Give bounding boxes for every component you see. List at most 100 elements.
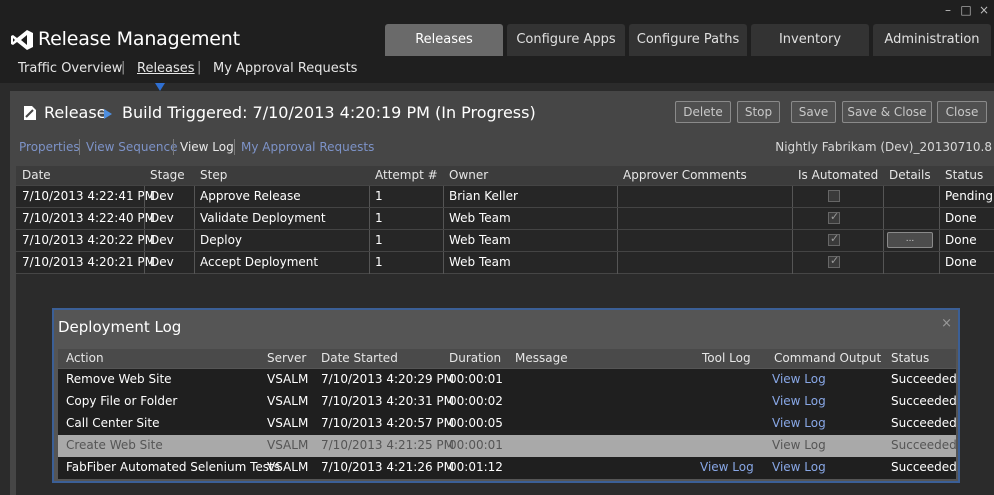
cell-server: VSALM (267, 372, 309, 386)
table-row[interactable]: Remove Web Site VSALM 7/10/2013 4:20:29 … (58, 369, 957, 391)
cell-status: Succeeded (891, 438, 957, 452)
cell-date-started: 7/10/2013 4:20:57 PM (321, 416, 455, 430)
breadcrumb-arrow-icon (104, 109, 112, 119)
save-close-button[interactable]: Save & Close (842, 101, 932, 123)
column-header-status[interactable]: Status (891, 351, 929, 365)
subnav-separator: | (197, 60, 202, 75)
column-header-duration[interactable]: Duration (449, 351, 501, 365)
close-button[interactable]: Close (937, 101, 987, 123)
cell-owner: Brian Keller (449, 189, 518, 203)
cell-step: Approve Release (200, 189, 301, 203)
table-row[interactable]: 7/10/2013 4:20:22 PM Dev Deploy 1 Web Te… (16, 229, 994, 252)
details-button[interactable]: ... (887, 232, 933, 248)
cell-divider (144, 230, 145, 252)
column-header-date-started[interactable]: Date Started (321, 351, 398, 365)
window-controls: – □ × (942, 3, 990, 17)
column-header-action[interactable]: Action (66, 351, 104, 365)
stop-button[interactable]: Stop (737, 101, 780, 123)
column-header-is-automated[interactable]: Is Automated (798, 168, 878, 182)
column-header-stage[interactable]: Stage (150, 168, 185, 182)
cell-divider (194, 230, 195, 252)
cell-stage: Dev (150, 233, 174, 247)
tab-configure-apps[interactable]: Configure Apps (507, 24, 625, 56)
cell-owner: Web Team (449, 233, 511, 247)
cell-status: Succeeded (891, 416, 957, 430)
is-automated-checkbox (828, 190, 840, 202)
delete-button[interactable]: Delete (675, 101, 731, 123)
column-header-server[interactable]: Server (267, 351, 306, 365)
cell-duration: 00:01:12 (449, 460, 503, 474)
command-output-link[interactable]: View Log (772, 460, 826, 474)
column-header-message[interactable]: Message (515, 351, 568, 365)
column-header-details[interactable]: Details (889, 168, 931, 182)
tool-log-link[interactable]: View Log (700, 460, 754, 474)
table-row[interactable]: Call Center Site VSALM 7/10/2013 4:20:57… (58, 413, 957, 435)
cell-divider (617, 230, 618, 252)
table-row[interactable]: 7/10/2013 4:20:21 PM Dev Accept Deployme… (16, 251, 994, 274)
cell-server: VSALM (267, 394, 309, 408)
command-output-link[interactable]: View Log (772, 394, 826, 408)
cell-status: Succeeded (891, 394, 957, 408)
tab-view-log[interactable]: View Log (180, 140, 234, 154)
cell-attempt: 1 (375, 255, 383, 269)
cell-divider (369, 252, 370, 274)
cell-divider (443, 186, 444, 208)
visual-studio-logo-icon (11, 30, 33, 50)
column-header-tool-log[interactable]: Tool Log (702, 351, 751, 365)
tab-view-sequence[interactable]: View Sequence (86, 140, 177, 154)
column-header-status[interactable]: Status (945, 168, 983, 182)
cell-status: Succeeded (891, 460, 957, 474)
cell-action: Create Web Site (66, 438, 163, 452)
close-icon[interactable]: × (978, 3, 990, 17)
cell-attempt: 1 (375, 189, 383, 203)
tab-administration[interactable]: Administration (873, 24, 991, 56)
tab-my-approval-requests[interactable]: My Approval Requests (241, 140, 374, 154)
cell-date: 7/10/2013 4:20:21 PM (22, 255, 156, 269)
release-document-icon (24, 106, 36, 120)
cell-divider (792, 208, 793, 230)
tab-configure-paths[interactable]: Configure Paths (629, 24, 747, 56)
cell-divider (369, 186, 370, 208)
tab-properties[interactable]: Properties (19, 140, 80, 154)
minimize-icon[interactable]: – (942, 3, 954, 17)
table-header: Action Server Date Started Duration Mess… (58, 349, 956, 368)
cell-date: 7/10/2013 4:22:40 PM (22, 211, 156, 225)
active-subnav-caret-icon (155, 83, 165, 91)
cell-duration: 00:00:05 (449, 416, 503, 430)
tab-releases[interactable]: Releases (385, 24, 503, 56)
cell-divider (144, 208, 145, 230)
tab-inventory[interactable]: Inventory (751, 24, 869, 56)
cell-server: VSALM (267, 416, 309, 430)
column-header-approver-comments[interactable]: Approver Comments (623, 168, 747, 182)
table-row-selected[interactable]: Create Web Site VSALM 7/10/2013 4:21:25 … (58, 435, 957, 457)
subnav-traffic-overview[interactable]: Traffic Overview (18, 61, 122, 76)
table-row[interactable]: 7/10/2013 4:22:40 PM Dev Validate Deploy… (16, 207, 994, 230)
cell-duration: 00:00:01 (449, 438, 503, 452)
cell-action: FabFiber Automated Selenium Tests (66, 460, 280, 474)
column-header-attempt[interactable]: Attempt # (375, 168, 438, 182)
save-button[interactable]: Save (791, 101, 836, 123)
cell-divider (939, 252, 940, 274)
column-header-step[interactable]: Step (200, 168, 227, 182)
cell-divider (939, 230, 940, 252)
cell-divider (792, 186, 793, 208)
maximize-icon[interactable]: □ (960, 3, 972, 17)
cell-divider (194, 252, 195, 274)
command-output-link[interactable]: View Log (772, 438, 826, 452)
cell-divider (194, 208, 195, 230)
subnav-releases[interactable]: Releases (137, 61, 195, 76)
table-row[interactable]: 7/10/2013 4:22:41 PM Dev Approve Release… (16, 185, 994, 208)
column-header-owner[interactable]: Owner (449, 168, 488, 182)
cell-action: Remove Web Site (66, 372, 172, 386)
command-output-link[interactable]: View Log (772, 372, 826, 386)
dialog-close-icon[interactable]: × (941, 316, 952, 331)
command-output-link[interactable]: View Log (772, 416, 826, 430)
column-header-date[interactable]: Date (22, 168, 51, 182)
table-row[interactable]: Copy File or Folder VSALM 7/10/2013 4:20… (58, 391, 957, 413)
column-header-command-output[interactable]: Command Output (774, 351, 881, 365)
cell-divider (144, 186, 145, 208)
subnav-my-approval-requests[interactable]: My Approval Requests (213, 61, 357, 76)
sub-navigation: Traffic Overview | Releases | My Approva… (0, 56, 994, 83)
is-automated-checkbox (828, 232, 840, 246)
table-row[interactable]: FabFiber Automated Selenium Tests VSALM … (58, 457, 957, 479)
